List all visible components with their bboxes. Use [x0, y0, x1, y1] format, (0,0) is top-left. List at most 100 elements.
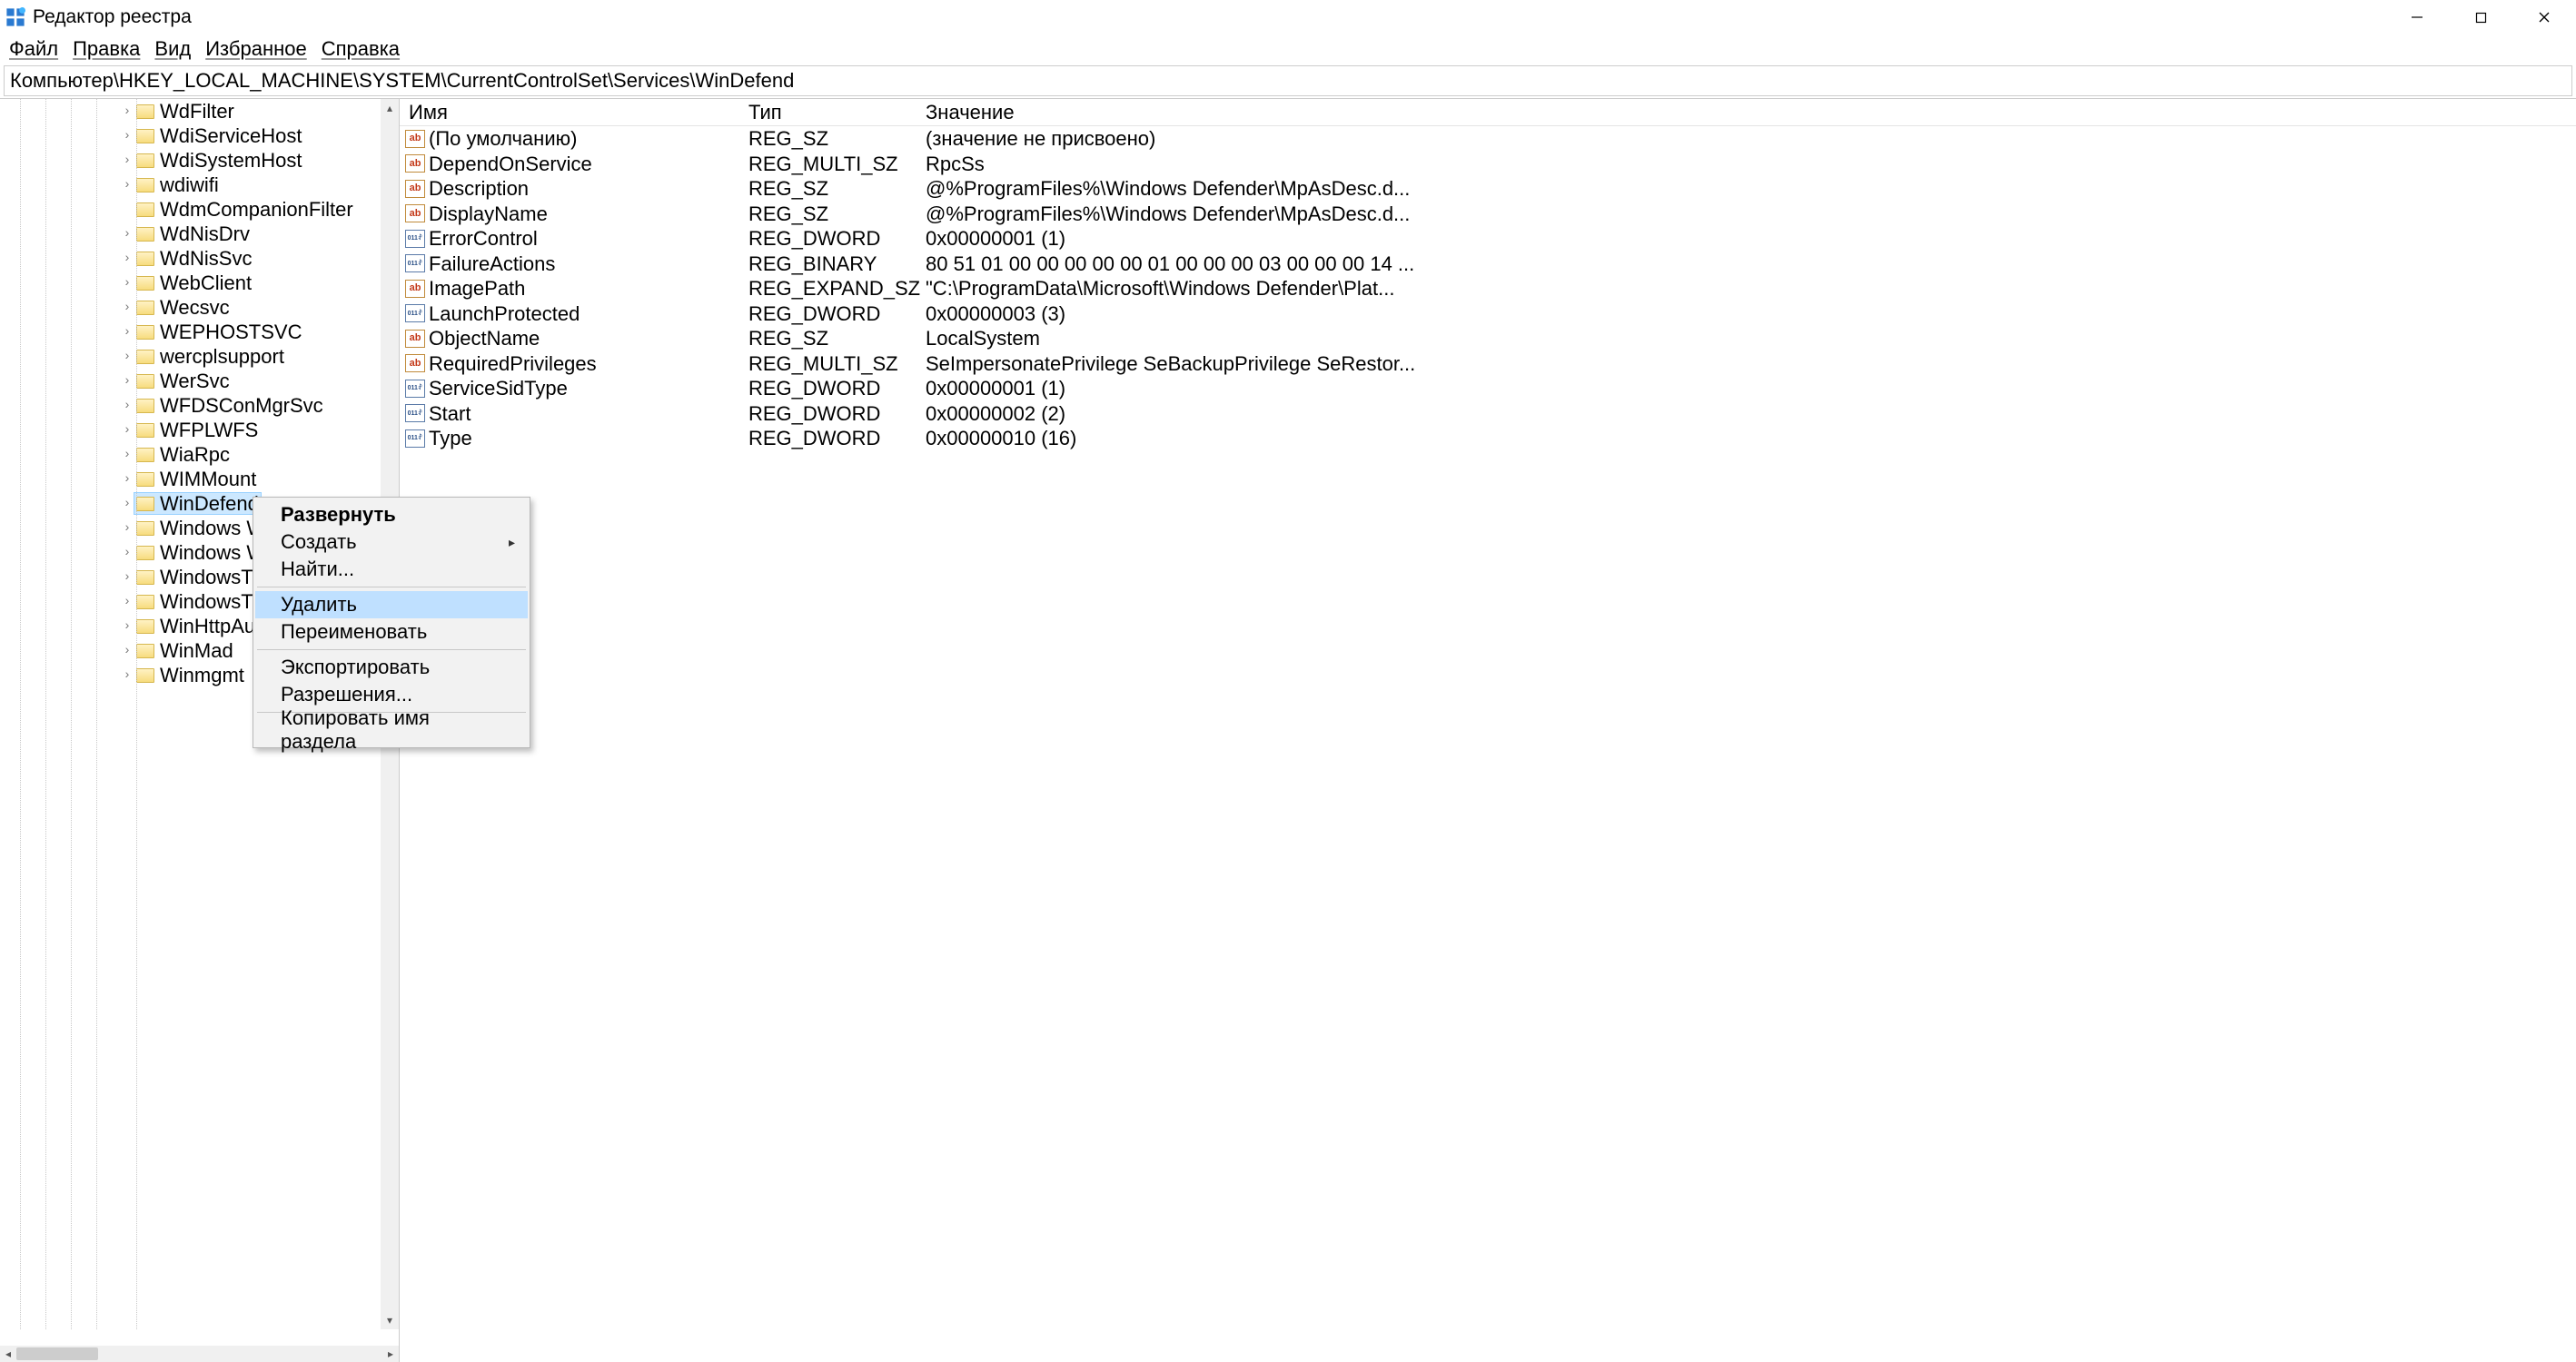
value-name: ImagePath	[429, 276, 748, 301]
value-data: @%ProgramFiles%\Windows Defender\MpAsDes…	[926, 202, 2576, 226]
value-row[interactable]: DisplayNameREG_SZ@%ProgramFiles%\Windows…	[400, 202, 2576, 227]
tree-item-label: WinHttpAu	[158, 614, 255, 638]
ctx-find[interactable]: Найти...	[255, 556, 528, 583]
tree-item[interactable]: ›WdNisSvc	[0, 246, 399, 271]
tree-item[interactable]: ›WebClient	[0, 271, 399, 295]
value-type: REG_SZ	[748, 126, 926, 151]
expand-icon[interactable]: ›	[118, 270, 136, 294]
value-row[interactable]: ServiceSidTypeREG_DWORD0x00000001 (1)	[400, 376, 2576, 401]
tree-item-label: WindowsTr	[158, 565, 259, 589]
value-type: REG_DWORD	[748, 376, 926, 400]
tree-item-label: wdiwifi	[158, 173, 219, 197]
close-button[interactable]	[2512, 0, 2576, 35]
expand-icon[interactable]: ›	[118, 588, 136, 613]
tree-item[interactable]: › WEPHOSTSVC	[0, 320, 399, 344]
value-row[interactable]: DependOnServiceREG_MULTI_SZRpcSs	[400, 152, 2576, 177]
column-data[interactable]: Значение	[926, 101, 2576, 124]
value-row[interactable]: FailureActionsREG_BINARY80 51 01 00 00 0…	[400, 252, 2576, 277]
expand-icon[interactable]: ›	[118, 99, 136, 123]
expand-icon[interactable]: ›	[118, 637, 136, 662]
value-row[interactable]: StartREG_DWORD0x00000002 (2)	[400, 401, 2576, 427]
tree-item[interactable]: ›WdFilter	[0, 99, 399, 123]
ctx-expand[interactable]: Развернуть	[255, 501, 528, 528]
value-row[interactable]: DescriptionREG_SZ@%ProgramFiles%\Windows…	[400, 176, 2576, 202]
values-list[interactable]: (По умолчанию)REG_SZ(значение не присвое…	[400, 126, 2576, 1362]
scroll-thumb[interactable]	[16, 1347, 98, 1360]
tree-scrollbar-horizontal[interactable]: ◂ ▸	[0, 1346, 399, 1362]
tree-item[interactable]: ›WIMMount	[0, 467, 399, 491]
expand-icon[interactable]: ›	[118, 123, 136, 147]
value-data: 0x00000001 (1)	[926, 376, 2576, 400]
menu-view[interactable]: Вид	[147, 35, 198, 63]
expand-icon[interactable]: ›	[118, 245, 136, 270]
expand-icon[interactable]: ›	[118, 221, 136, 245]
scroll-down-icon[interactable]: ▾	[381, 1311, 399, 1329]
value-row[interactable]: ImagePathREG_EXPAND_SZ"C:\ProgramData\Mi…	[400, 276, 2576, 301]
tree-item[interactable]: ›WFPLWFS	[0, 418, 399, 442]
value-row[interactable]: ErrorControlREG_DWORD0x00000001 (1)	[400, 226, 2576, 252]
ctx-delete[interactable]: Удалить	[255, 591, 528, 618]
scroll-up-icon[interactable]: ▴	[381, 99, 399, 117]
ctx-export[interactable]: Экспортировать	[255, 654, 528, 681]
window-controls	[2385, 0, 2576, 35]
expand-icon[interactable]: ›	[118, 515, 136, 539]
ctx-new[interactable]: Создать▸	[255, 528, 528, 556]
expand-icon[interactable]: ›	[118, 662, 136, 686]
value-row[interactable]: RequiredPrivilegesREG_MULTI_SZSeImperson…	[400, 351, 2576, 377]
expand-icon[interactable]: ›	[118, 564, 136, 588]
tree-item[interactable]: ›wercplsupport	[0, 344, 399, 369]
value-data: 0x00000002 (2)	[926, 401, 2576, 426]
tree-item[interactable]: ›WerSvc	[0, 369, 399, 393]
value-row[interactable]: TypeREG_DWORD0x00000010 (16)	[400, 426, 2576, 451]
value-data: @%ProgramFiles%\Windows Defender\MpAsDes…	[926, 176, 2576, 201]
expand-icon[interactable]: ›	[118, 319, 136, 343]
tree-item[interactable]: ›WdiServiceHost	[0, 123, 399, 148]
scroll-right-icon[interactable]: ▸	[382, 1346, 399, 1362]
scroll-left-icon[interactable]: ◂	[0, 1346, 16, 1362]
folder-icon	[136, 301, 154, 315]
maximize-button[interactable]	[2449, 0, 2512, 35]
expand-icon[interactable]: ›	[118, 147, 136, 172]
tree-item[interactable]: › WiaRpc	[0, 442, 399, 467]
folder-icon	[136, 202, 154, 217]
column-name[interactable]: Имя	[400, 101, 748, 124]
value-row[interactable]: (По умолчанию)REG_SZ(значение не присвое…	[400, 126, 2576, 152]
tree-item[interactable]: ›Wecsvc	[0, 295, 399, 320]
menu-help[interactable]: Справка	[314, 35, 407, 63]
tree-item-label: WEPHOSTSVC	[158, 320, 302, 344]
tree-item[interactable]: ›WFDSConMgrSvc	[0, 393, 399, 418]
expand-icon[interactable]: ›	[118, 466, 136, 490]
expand-icon[interactable]: ›	[118, 368, 136, 392]
tree-item[interactable]: › WdiSystemHost	[0, 148, 399, 173]
ctx-permissions[interactable]: Разрешения...	[255, 681, 528, 708]
minimize-button[interactable]	[2385, 0, 2449, 35]
expand-icon[interactable]: ›	[118, 441, 136, 466]
expand-icon[interactable]: ›	[118, 417, 136, 441]
value-row[interactable]: LaunchProtectedREG_DWORD0x00000003 (3)	[400, 301, 2576, 327]
address-bar[interactable]: Компьютер\HKEY_LOCAL_MACHINE\SYSTEM\Curr…	[4, 65, 2572, 96]
menu-file[interactable]: Файл	[2, 35, 65, 63]
expand-icon[interactable]: ›	[118, 539, 136, 564]
menu-edit[interactable]: Правка	[65, 35, 147, 63]
expand-icon[interactable]: ›	[118, 392, 136, 417]
folder-icon	[136, 178, 154, 192]
expand-icon[interactable]: ›	[118, 172, 136, 196]
expand-icon[interactable]: ›	[118, 613, 136, 637]
tree-item[interactable]: › wdiwifi	[0, 173, 399, 197]
expand-icon[interactable]: ›	[118, 294, 136, 319]
expand-icon[interactable]: ›	[118, 490, 136, 515]
folder-icon	[136, 227, 154, 242]
menu-favorites[interactable]: Избранное	[198, 35, 314, 63]
tree-item-label: WiaRpc	[158, 442, 230, 467]
expand-icon[interactable]: ›	[118, 343, 136, 368]
ctx-rename[interactable]: Переименовать	[255, 618, 528, 646]
value-row[interactable]: ObjectNameREG_SZLocalSystem	[400, 326, 2576, 351]
column-type[interactable]: Тип	[748, 101, 926, 124]
tree-item[interactable]: ›WdNisDrv	[0, 222, 399, 246]
values-header: Имя Тип Значение	[400, 99, 2576, 126]
value-name: ServiceSidType	[429, 376, 748, 400]
tree-item[interactable]: ›WdmCompanionFilter	[0, 197, 399, 222]
tree-item-label: WdiSystemHost	[158, 148, 302, 173]
string-value-icon	[405, 354, 425, 372]
ctx-copy-key-name[interactable]: Копировать имя раздела	[255, 716, 528, 744]
